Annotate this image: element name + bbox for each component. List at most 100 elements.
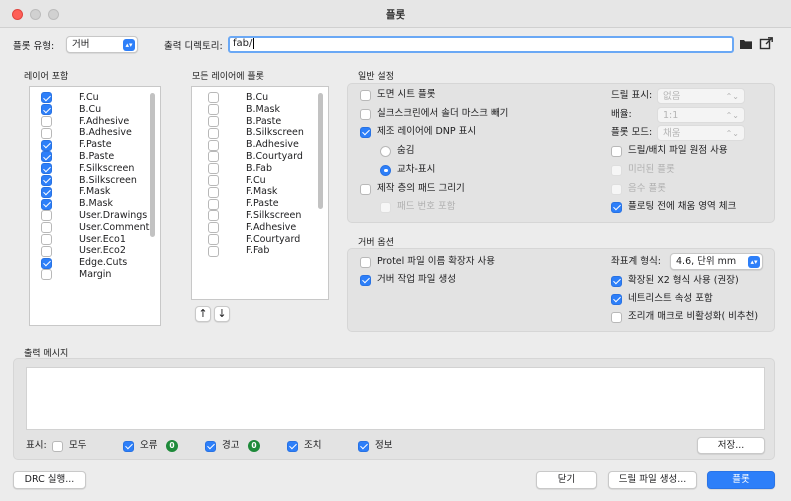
list-item[interactable]: F.Silkscreen bbox=[192, 210, 328, 222]
layer-checkbox[interactable] bbox=[208, 245, 219, 257]
list-item[interactable]: F.Mask bbox=[30, 186, 160, 198]
layer-checkbox[interactable] bbox=[208, 210, 219, 222]
list-item[interactable]: F.Cu bbox=[30, 92, 160, 104]
save-messages-button[interactable]: 저장... bbox=[697, 437, 765, 454]
list-item[interactable]: User.Eco2 bbox=[30, 245, 160, 257]
dnp-checkbox[interactable] bbox=[360, 126, 371, 138]
list-item[interactable]: Edge.Cuts bbox=[30, 257, 160, 269]
layer-checkbox[interactable] bbox=[208, 115, 219, 127]
list-item[interactable]: F.Fab bbox=[192, 245, 328, 257]
layer-checkbox[interactable] bbox=[208, 222, 219, 234]
layer-name: User.Drawings bbox=[79, 210, 148, 221]
layer-checkbox[interactable] bbox=[41, 174, 52, 186]
list-item[interactable]: B.Adhesive bbox=[192, 139, 328, 151]
list-item[interactable]: B.Paste bbox=[192, 116, 328, 128]
move-down-button[interactable]: ↓ bbox=[214, 306, 230, 322]
pad-outlines-checkbox[interactable] bbox=[360, 183, 371, 195]
message-log[interactable] bbox=[26, 367, 765, 430]
layer-name: F.Silkscreen bbox=[246, 210, 302, 221]
list-item[interactable]: B.Silkscreen bbox=[192, 127, 328, 139]
layer-checkbox[interactable] bbox=[41, 151, 52, 163]
output-directory-input[interactable]: fab/ bbox=[228, 36, 734, 53]
list-item[interactable]: F.Adhesive bbox=[192, 222, 328, 234]
move-up-button[interactable]: ↑ bbox=[195, 306, 211, 322]
list-item[interactable]: B.Cu bbox=[192, 92, 328, 104]
layer-checkbox[interactable] bbox=[208, 92, 219, 104]
layer-checkbox[interactable] bbox=[208, 198, 219, 210]
scrollbar-thumb[interactable] bbox=[318, 93, 323, 209]
layer-checkbox[interactable] bbox=[41, 245, 52, 257]
list-item[interactable]: F.Adhesive bbox=[30, 116, 160, 128]
layer-checkbox[interactable] bbox=[208, 151, 219, 163]
filter-all-checkbox[interactable] bbox=[52, 440, 63, 452]
layer-checkbox[interactable] bbox=[208, 104, 219, 116]
list-item[interactable]: B.Silkscreen bbox=[30, 175, 160, 187]
list-item[interactable]: B.Cu bbox=[30, 104, 160, 116]
x2-format-checkbox[interactable] bbox=[611, 275, 622, 287]
list-item[interactable]: Margin bbox=[30, 269, 160, 281]
list-item[interactable]: B.Mask bbox=[30, 198, 160, 210]
dnp-hide-radio[interactable] bbox=[380, 145, 391, 157]
folder-icon[interactable] bbox=[739, 37, 755, 53]
layer-checkbox[interactable] bbox=[41, 222, 52, 234]
list-item[interactable]: F.Courtyard bbox=[192, 234, 328, 246]
filter-warnings-checkbox[interactable] bbox=[205, 440, 216, 452]
layer-checkbox[interactable] bbox=[41, 210, 52, 222]
layer-checkbox[interactable] bbox=[41, 186, 52, 198]
plot-sheet-checkbox[interactable] bbox=[360, 89, 371, 101]
layer-checkbox[interactable] bbox=[208, 139, 219, 151]
coord-format-select[interactable]: 4.6, 단위 mm ▴▾ bbox=[670, 253, 763, 270]
list-item[interactable]: B.Fab bbox=[192, 163, 328, 175]
layer-checkbox[interactable] bbox=[41, 233, 52, 245]
open-external-icon[interactable] bbox=[759, 36, 775, 52]
layer-checkbox[interactable] bbox=[208, 186, 219, 198]
list-item[interactable]: B.Mask bbox=[192, 104, 328, 116]
dnp-crossout-radio[interactable] bbox=[380, 164, 391, 176]
include-layers-list[interactable]: F.Cu B.Cu F.Adhesive B.Adhesive F.Paste B.Pas… bbox=[29, 86, 161, 326]
check-zones-checkbox[interactable] bbox=[611, 201, 622, 213]
layer-checkbox[interactable] bbox=[41, 269, 52, 281]
layer-checkbox[interactable] bbox=[41, 163, 52, 175]
close-button[interactable]: 닫기 bbox=[536, 471, 597, 489]
plot-all-layers-list[interactable]: B.Cu B.Mask B.Paste B.Silkscreen B.Adhesive B… bbox=[191, 86, 329, 300]
run-drc-button[interactable]: DRC 실행... bbox=[13, 471, 86, 489]
list-item[interactable]: User.Drawings bbox=[30, 210, 160, 222]
disable-macros-checkbox[interactable] bbox=[611, 311, 622, 323]
filter-infos-checkbox[interactable] bbox=[358, 440, 369, 452]
layer-checkbox[interactable] bbox=[208, 127, 219, 139]
list-item[interactable]: B.Adhesive bbox=[30, 127, 160, 139]
scale-select: 1:1 ⌃⌄ bbox=[657, 107, 745, 123]
list-item[interactable]: F.Silkscreen bbox=[30, 163, 160, 175]
protel-ext-checkbox[interactable] bbox=[360, 256, 371, 268]
plot-format-select[interactable]: 거버 ▴▾ bbox=[66, 36, 138, 53]
list-item[interactable]: F.Cu bbox=[192, 175, 328, 187]
list-item[interactable]: F.Paste bbox=[30, 139, 160, 151]
subtract-mask-checkbox[interactable] bbox=[360, 108, 371, 120]
filter-errors-checkbox[interactable] bbox=[123, 440, 134, 452]
layer-checkbox[interactable] bbox=[41, 139, 52, 151]
layer-checkbox[interactable] bbox=[208, 233, 219, 245]
layer-checkbox[interactable] bbox=[41, 92, 52, 104]
layer-checkbox[interactable] bbox=[41, 104, 52, 116]
layer-name: F.Mask bbox=[79, 186, 111, 198]
list-item[interactable]: B.Courtyard bbox=[192, 151, 328, 163]
layer-checkbox[interactable] bbox=[41, 127, 52, 139]
list-item[interactable]: F.Paste bbox=[192, 198, 328, 210]
generate-drill-files-button[interactable]: 드릴 파일 생성... bbox=[608, 471, 697, 489]
layer-checkbox[interactable] bbox=[208, 163, 219, 175]
layer-checkbox[interactable] bbox=[208, 174, 219, 186]
scrollbar-thumb[interactable] bbox=[150, 93, 155, 237]
layer-checkbox[interactable] bbox=[41, 115, 52, 127]
filter-actions-checkbox[interactable] bbox=[287, 440, 298, 452]
job-file-checkbox[interactable] bbox=[360, 274, 371, 286]
list-item[interactable]: F.Mask bbox=[192, 186, 328, 198]
select-arrows-icon: ▴▾ bbox=[748, 256, 760, 268]
layer-checkbox[interactable] bbox=[41, 198, 52, 210]
aux-origin-checkbox[interactable] bbox=[611, 145, 622, 157]
plot-button[interactable]: 플롯 bbox=[707, 471, 775, 489]
netlist-attr-checkbox[interactable] bbox=[611, 293, 622, 305]
layer-checkbox[interactable] bbox=[41, 257, 52, 269]
list-item[interactable]: B.Paste bbox=[30, 151, 160, 163]
list-item[interactable]: User.Comments bbox=[30, 222, 160, 234]
list-item[interactable]: User.Eco1 bbox=[30, 234, 160, 246]
